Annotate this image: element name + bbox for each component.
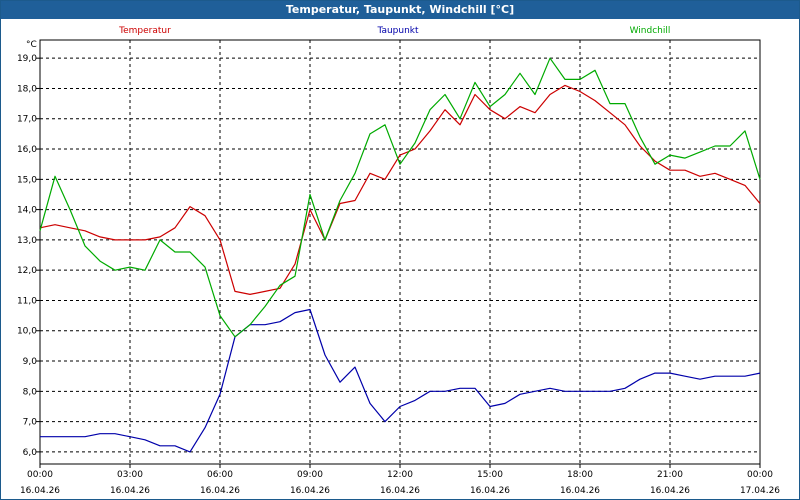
y-tick-label: 9,0	[23, 357, 38, 367]
x-tick-date-label: 16.04.26	[470, 486, 510, 496]
y-tick-label: 12,0	[17, 266, 37, 276]
legend-temperatur: Temperatur	[118, 26, 171, 36]
x-tick-date-label: 16.04.26	[200, 486, 240, 496]
x-tick-time-label: 00:00	[27, 470, 53, 480]
x-axis-ticks: 00:00 16.04.26 03:00 16.04.26 06:00 16.04.26 0…	[20, 464, 780, 496]
legend-windchill: Windchill	[630, 26, 671, 36]
y-tick-label: 8,0	[23, 387, 38, 397]
y-tick-label: 6,0	[23, 448, 38, 458]
y-tick-label: 17,0	[17, 115, 37, 125]
x-tick-time-label: 03:00	[117, 470, 143, 480]
x-tick-date-label: 16.04.26	[380, 486, 420, 496]
x-tick-time-label: 21:00	[657, 470, 683, 480]
x-tick-date-label: 16.04.26	[20, 486, 60, 496]
x-tick-time-label: 12:00	[387, 470, 413, 480]
x-tick-date-label: 16.04.26	[290, 486, 330, 496]
x-tick-date-label: 16.04.26	[110, 486, 150, 496]
y-tick-label: 15,0	[17, 175, 37, 185]
legend-taupunkt: Taupunkt	[376, 26, 419, 36]
x-tick-date-label: 16.04.26	[560, 486, 600, 496]
y-tick-label: 11,0	[17, 296, 37, 306]
x-tick-date-label: 17.04.26	[740, 486, 780, 496]
y-tick-label: 16,0	[17, 145, 37, 155]
y-tick-label: 14,0	[17, 206, 37, 216]
x-tick-time-label: 06:00	[207, 470, 233, 480]
y-tick-label: 18,0	[17, 84, 37, 94]
x-tick-time-label: 18:00	[567, 470, 593, 480]
x-tick-time-label: 09:00	[297, 470, 323, 480]
y-axis-ticks: 6,0 7,0 8,0 9,0 10,0 11,0 12,0 13,0 14,0 15,0 16,0…	[17, 54, 40, 458]
x-tick-time-label: 15:00	[477, 470, 503, 480]
y-tick-label: 10,0	[17, 327, 37, 337]
line-chart: 6,0 7,0 8,0 9,0 10,0 11,0 12,0 13,0 14,0 15,0 16,0…	[17, 26, 780, 496]
y-tick-label: 13,0	[17, 236, 37, 246]
x-tick-date-label: 16.04.26	[650, 486, 690, 496]
x-tick-time-label: 00:00	[747, 470, 773, 480]
y-axis-unit-label: °C	[26, 40, 37, 50]
y-tick-label: 19,0	[17, 54, 37, 64]
y-tick-label: 7,0	[23, 418, 38, 428]
